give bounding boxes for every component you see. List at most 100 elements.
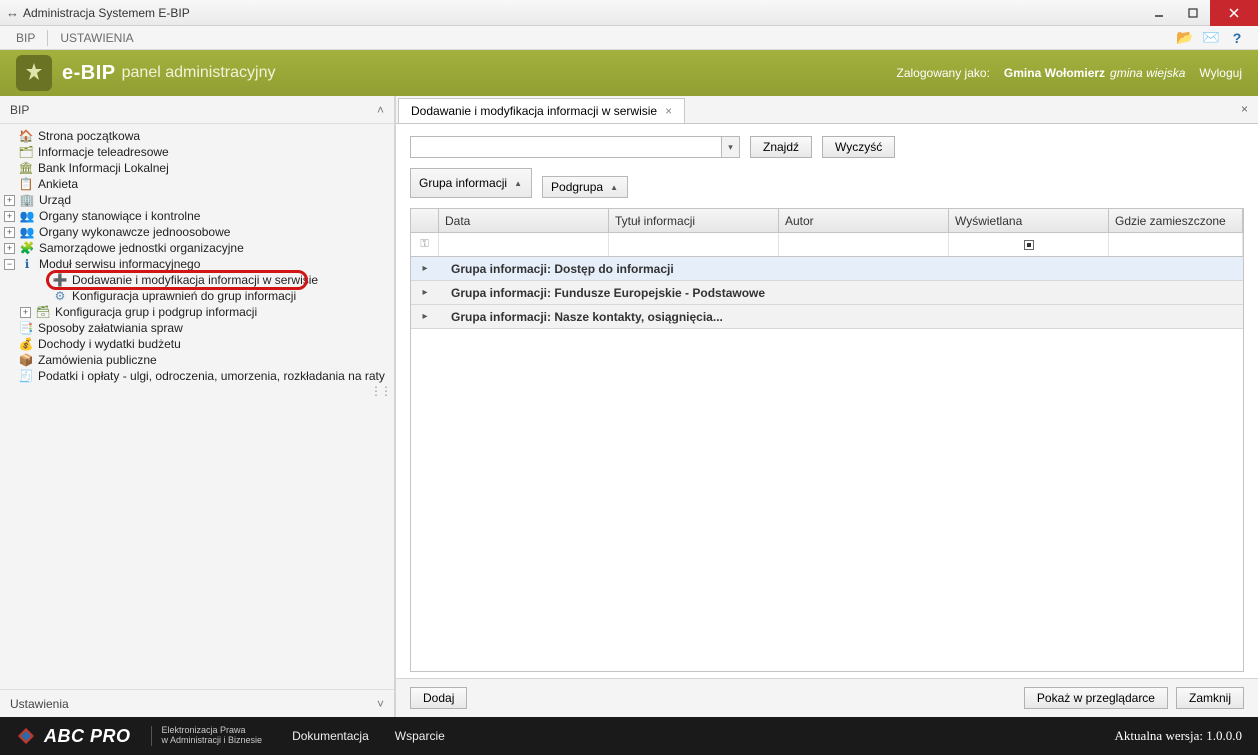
tree-item[interactable]: + 🧩Samorządowe jednostki organizacyjne [0, 240, 394, 256]
app-header: e-BIP panel administracyjny Zalogowany j… [0, 50, 1258, 96]
grid-group-label: Grupa informacji: Dostęp do informacji [439, 262, 674, 276]
tree-item[interactable]: +🏢Urząd [0, 192, 394, 208]
grid-group-row[interactable]: ▸Grupa informacji: Nasze kontakty, osiąg… [411, 305, 1243, 329]
expand-toggle-icon[interactable]: − [4, 259, 15, 270]
expand-toggle-icon[interactable]: + [4, 243, 15, 254]
help-icon[interactable]: ? [1228, 29, 1246, 47]
tree-item[interactable]: 📋Ankieta [0, 176, 394, 192]
tree-item-label: Bank Informacji Lokalnej [38, 160, 169, 176]
expand-toggle-icon[interactable]: + [4, 227, 15, 238]
tab-active[interactable]: Dodawanie i modyfikacja informacji w ser… [398, 98, 685, 123]
tree-item-label: Samorządowe jednostki organizacyjne [39, 240, 244, 256]
home-icon: 🏠 [18, 128, 34, 144]
tree-item[interactable]: ➕Dodawanie i modyfikacja informacji w se… [0, 272, 394, 288]
group-chip-1[interactable]: Grupa informacji ▲ [410, 168, 532, 198]
menu-bar: BIP USTAWIENIA 📂 ✉️ ? [0, 26, 1258, 50]
maximize-button[interactable] [1176, 0, 1210, 26]
add-button[interactable]: Dodaj [410, 687, 467, 709]
expand-toggle-icon[interactable]: + [4, 211, 15, 222]
tree-item[interactable]: 📑Sposoby załatwiania spraw [0, 320, 394, 336]
search-combo[interactable]: ▾ [410, 136, 740, 158]
preview-button[interactable]: Pokaż w przeglądarce [1024, 687, 1168, 709]
tree-item[interactable]: ⚙Konfiguracja uprawnień do grup informac… [0, 288, 394, 304]
grid-group-row[interactable]: ▸Grupa informacji: Dostęp do informacji [411, 257, 1243, 281]
find-button[interactable]: Znajdź [750, 136, 812, 158]
brand-text: e-BIP [62, 62, 116, 85]
close-panel-button[interactable]: Zamknij [1176, 687, 1244, 709]
chevron-up-icon: ˄ [377, 103, 384, 117]
row-expand-icon[interactable]: ▸ [411, 263, 439, 274]
menu-separator [47, 30, 48, 46]
col-autor[interactable]: Autor [779, 209, 949, 232]
tree-item-label: Informacje teleadresowe [38, 144, 169, 160]
footer-version: Aktualna wersja: 1.0.0.0 [1115, 728, 1242, 744]
logout-link[interactable]: Wyloguj [1199, 66, 1242, 80]
clear-button[interactable]: Wyczyść [822, 136, 895, 158]
filter-gdzie[interactable] [1109, 233, 1243, 256]
tree-item[interactable]: 💰Dochody i wydatki budżetu [0, 336, 394, 352]
expand-toggle-icon[interactable]: + [20, 307, 31, 318]
grid-rows: ▸Grupa informacji: Dostęp do informacji▸… [411, 257, 1243, 671]
drag-handle-icon[interactable]: ⋮⋮ [370, 384, 390, 398]
row-expand-icon[interactable]: ▸ [411, 287, 439, 298]
tree-item[interactable]: 🧾Podatki i opłaty - ulgi, odroczenia, um… [0, 368, 394, 384]
expand-toggle-icon[interactable]: + [4, 195, 15, 206]
tree-item[interactable]: 🗂Informacje teleadresowe [0, 144, 394, 160]
menu-bip[interactable]: BIP [8, 27, 43, 49]
survey-icon: 📋 [18, 176, 34, 192]
close-button[interactable] [1210, 0, 1258, 26]
menu-ustawienia[interactable]: USTAWIENIA [52, 27, 141, 49]
org-icon: 🧩 [19, 240, 35, 256]
filter-icon[interactable]: ⚿ [411, 233, 439, 256]
info-icon: ℹ [19, 256, 35, 272]
group-chip-2[interactable]: Podgrupa ▲ [542, 176, 628, 198]
col-tytul[interactable]: Tytuł informacji [609, 209, 779, 232]
sort-asc-icon: ▲ [609, 182, 619, 192]
footer-brand: ABC PRO [44, 726, 131, 747]
dropdown-icon[interactable]: ▾ [721, 137, 739, 157]
group-by-area: Grupa informacji ▲ Podgrupa ▲ [410, 168, 1244, 198]
tree-item[interactable]: +👥Organy wykonawcze jednoosobowe [0, 224, 394, 240]
tab-title: Dodawanie i modyfikacja informacji w ser… [411, 104, 657, 118]
filter-wysw[interactable] [949, 233, 1109, 256]
col-data[interactable]: Data [439, 209, 609, 232]
footer-doc-link[interactable]: Dokumentacja [292, 729, 369, 743]
institution-type: gmina wiejska [1110, 66, 1185, 80]
tree-item[interactable]: 📦Zamówienia publiczne [0, 352, 394, 368]
tab-close-icon[interactable]: × [665, 104, 672, 118]
footer-support-link[interactable]: Wsparcie [395, 729, 445, 743]
tree-item[interactable]: +👥Organy stanowiące i kontrolne [0, 208, 394, 224]
col-wysw[interactable]: Wyświetlana [949, 209, 1109, 232]
filter-tytul[interactable] [609, 233, 779, 256]
sort-asc-icon: ▲ [513, 178, 523, 188]
filter-data[interactable] [439, 233, 609, 256]
tree-item-label: Zamówienia publiczne [38, 352, 157, 368]
footer-tagline: Elektronizacja Prawa w Administracji i B… [151, 726, 263, 746]
sidebar-section-bip[interactable]: BIP ˄ [0, 96, 394, 124]
taxes-icon: 🧾 [18, 368, 34, 384]
filter-autor[interactable] [779, 233, 949, 256]
grid-group-label: Grupa informacji: Fundusze Europejskie -… [439, 286, 765, 300]
grid-group-row[interactable]: ▸Grupa informacji: Fundusze Europejskie … [411, 281, 1243, 305]
tree-item-label: Moduł serwisu informacyjnego [39, 256, 200, 272]
tree-item-label: Dochody i wydatki budżetu [38, 336, 181, 352]
mail-icon[interactable]: ✉️ [1202, 29, 1220, 47]
tree-item-label: Konfiguracja uprawnień do grup informacj… [72, 288, 296, 304]
minimize-button[interactable] [1142, 0, 1176, 26]
tree-item-label: Sposoby załatwiania spraw [38, 320, 183, 336]
tree-item[interactable]: +🗃Konfiguracja grup i podgrup informacji [0, 304, 394, 320]
brand-sub: panel administracyjny [122, 64, 276, 82]
budget-icon: 💰 [18, 336, 34, 352]
col-gdzie[interactable]: Gdzie zamieszczone [1109, 209, 1243, 232]
row-expand-icon[interactable]: ▸ [411, 311, 439, 322]
tree-item[interactable]: 🏠Strona początkowa [0, 128, 394, 144]
folder-icon[interactable]: 📂 [1176, 29, 1194, 47]
data-grid: Data Tytuł informacji Autor Wyświetlana … [410, 208, 1244, 672]
sidebar-section-settings[interactable]: Ustawienia ˅ [0, 689, 394, 717]
tree-item-label: Organy stanowiące i kontrolne [39, 208, 200, 224]
tree-item[interactable]: −ℹModuł serwisu informacyjnego [0, 256, 394, 272]
tree-item[interactable]: 🏛Bank Informacji Lokalnej [0, 160, 394, 176]
tabstrip-close-icon[interactable]: × [1231, 96, 1258, 123]
checkbox-indeterminate-icon[interactable] [1024, 240, 1034, 250]
tree-item-label: Urząd [39, 192, 71, 208]
